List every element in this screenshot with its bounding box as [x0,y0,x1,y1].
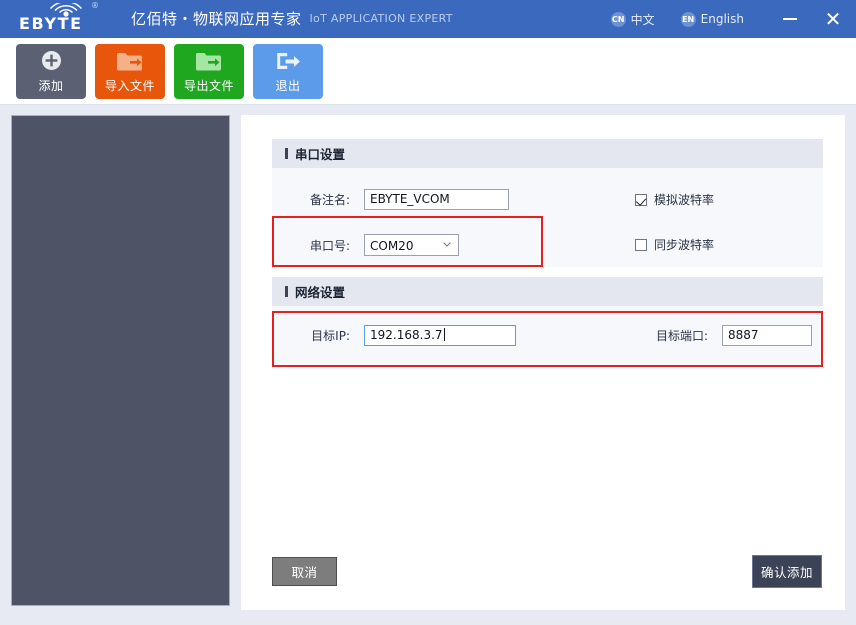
folder-import-icon [116,49,144,73]
import-file-button[interactable]: 导入文件 [95,44,165,99]
cancel-button[interactable]: 取消 [272,557,337,586]
network-settings-card: 网络设置 目标IP: 192.168.3.7 目标端口: 8887 [272,277,823,367]
slogan-english: IoT APPLICATION EXPERT [310,0,453,38]
folder-export-icon [195,49,223,73]
sync-baudrate-checkbox[interactable] [635,239,647,251]
simulate-baudrate-checkbox-row[interactable]: 模拟波特率 [635,191,714,208]
en-flag-badge-icon: EN [681,12,696,27]
confirm-add-button-label: 确认添加 [761,562,813,581]
serial-port-row: 串口号: COM20 [272,234,459,256]
target-ip-value: 192.168.3.7 [370,328,443,342]
serial-settings-card: 串口设置 备注名: EBYTE_VCOM 串口号: COM20 [272,139,823,267]
network-settings-header: 网络设置 [272,277,823,306]
title-bar: ® EBYTE 亿佰特・物联网应用专家 IoT APPLICATION EXPE… [0,0,856,38]
remark-name-label: 备注名: [272,191,364,208]
export-file-button[interactable]: 导出文件 [174,44,244,99]
target-ip-label: 目标IP: [272,327,364,344]
serial-port-label: 串口号: [272,237,364,254]
slogan-chinese: 亿佰特・物联网应用专家 [131,0,302,38]
target-port-label: 目标端口: [646,327,722,344]
main-toolbar: 添加 导入文件 导出文件 [0,38,856,105]
target-port-input[interactable]: 8887 [722,325,812,346]
minimize-icon [783,18,797,20]
simulate-baudrate-label: 模拟波特率 [654,191,714,208]
serial-port-select[interactable]: COM20 [364,234,459,256]
settings-panel: 串口设置 备注名: EBYTE_VCOM 串口号: COM20 [241,115,845,610]
language-switch-chinese[interactable]: CN 中文 [611,0,655,38]
content-area: 串口设置 备注名: EBYTE_VCOM 串口号: COM20 [0,105,856,625]
sync-baudrate-label: 同步波特率 [654,236,714,253]
network-settings-title: 网络设置 [295,282,345,301]
exit-button-label: 退出 [275,77,300,94]
target-ip-input[interactable]: 192.168.3.7 [364,325,516,346]
brand-logo: ® EBYTE 亿佰特・物联网应用专家 IoT APPLICATION EXPE… [9,0,453,38]
application-window: ® EBYTE 亿佰特・物联网应用专家 IoT APPLICATION EXPE… [0,0,856,625]
sync-baudrate-checkbox-row[interactable]: 同步波特率 [635,236,714,253]
titlebar-controls: CN 中文 EN English ✕ [611,0,856,38]
close-icon: ✕ [825,9,842,29]
add-button[interactable]: 添加 [16,44,86,99]
chevron-down-icon [443,242,451,247]
exit-door-arrow-icon [275,49,301,73]
confirm-add-button[interactable]: 确认添加 [752,555,822,588]
remark-name-row: 备注名: EBYTE_VCOM [272,189,509,210]
close-button[interactable]: ✕ [810,0,856,38]
language-label-english: English [701,12,744,26]
minimize-button[interactable] [770,0,810,38]
target-ip-row: 目标IP: 192.168.3.7 [272,325,516,346]
exit-button[interactable]: 退出 [253,44,323,99]
export-file-button-label: 导出文件 [184,77,234,94]
remark-name-input[interactable]: EBYTE_VCOM [364,189,509,210]
target-port-row: 目标端口: 8887 [646,325,812,346]
simulate-baudrate-checkbox[interactable] [635,194,647,206]
serial-settings-title: 串口设置 [295,144,345,163]
text-caret [444,328,445,341]
cn-flag-badge-icon: CN [611,12,626,27]
registered-trademark-symbol: ® [91,2,99,10]
section-marker [285,286,288,297]
language-switch-english[interactable]: EN English [681,0,744,38]
section-marker [285,148,288,159]
cancel-button-label: 取消 [291,562,317,581]
device-list-panel[interactable] [11,115,230,606]
plus-circle-icon [41,49,62,73]
serial-settings-header: 串口设置 [272,139,823,168]
add-button-label: 添加 [38,77,63,94]
language-label-chinese: 中文 [631,11,655,28]
import-file-button-label: 导入文件 [105,77,155,94]
brand-wordmark: EBYTE [19,15,83,33]
